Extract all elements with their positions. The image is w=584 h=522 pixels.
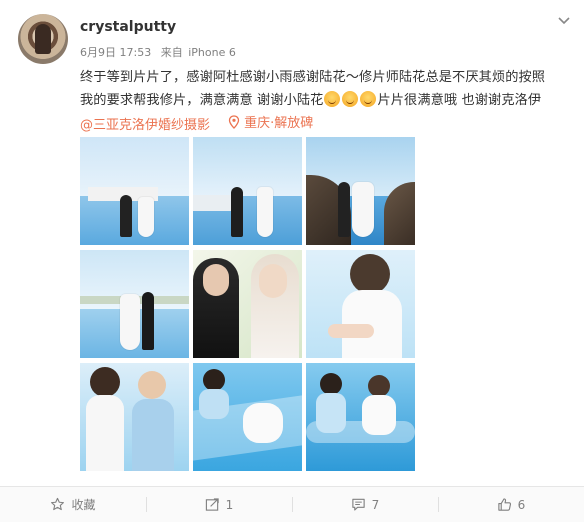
- mention-link[interactable]: @三亚克洛伊婚纱摄影: [80, 114, 210, 133]
- repost-count: 1: [225, 497, 234, 512]
- weibo-post: crystalputty 6月9日 17:53 来自 iPhone 6 终于等到…: [0, 0, 584, 522]
- photo-thumbnail[interactable]: [306, 137, 415, 245]
- post-text: 终于等到片片了，感谢阿杜感谢小雨感谢陆花～修片师陆花总是不厌其烦的按照 我的要求…: [80, 66, 570, 112]
- post-text-line-2: 我的要求帮我修片，满意满意 谢谢小陆花 片片很满意哦 也谢谢克洛伊: [80, 89, 570, 112]
- post-tags: @三亚克洛伊婚纱摄影 重庆·解放碑: [80, 112, 327, 133]
- post-date[interactable]: 6月9日 17:53: [80, 46, 151, 59]
- photo-thumbnail[interactable]: [193, 363, 302, 471]
- comment-icon: [351, 498, 365, 511]
- smile-emoji-icon: [342, 91, 359, 107]
- smile-emoji-icon: [360, 91, 377, 107]
- comment-button[interactable]: 7: [292, 487, 438, 522]
- location-text[interactable]: 重庆·解放碑: [244, 112, 313, 131]
- action-bar: 收藏 1 7 6: [0, 486, 584, 522]
- favorite-label: 收藏: [71, 498, 96, 512]
- photo-thumbnail[interactable]: [306, 250, 415, 358]
- photo-thumbnail[interactable]: [193, 137, 302, 245]
- location-pin-icon: [229, 114, 240, 129]
- username[interactable]: crystalputty: [80, 19, 176, 35]
- comment-count: 7: [371, 497, 380, 512]
- post-source[interactable]: iPhone 6: [188, 46, 236, 59]
- repost-icon: [205, 498, 219, 511]
- photo-thumbnail[interactable]: [193, 250, 302, 358]
- mention-text[interactable]: @三亚克洛伊婚纱摄影: [80, 114, 210, 133]
- post-meta: 6月9日 17:53 来自 iPhone 6: [80, 44, 242, 60]
- location-link[interactable]: 重庆·解放碑: [228, 112, 313, 131]
- photo-thumbnail[interactable]: [80, 250, 189, 358]
- avatar[interactable]: [18, 14, 68, 64]
- like-count: 6: [517, 497, 526, 512]
- thumbs-up-icon: [497, 498, 511, 511]
- post-text-segment: 片片很满意哦 也谢谢克洛伊: [377, 93, 542, 108]
- chevron-down-icon[interactable]: [557, 12, 571, 26]
- repost-button[interactable]: 1: [146, 487, 292, 522]
- source-prefix: 来自: [160, 46, 183, 59]
- photo-thumbnail[interactable]: [80, 363, 189, 471]
- photo-thumbnail[interactable]: [80, 137, 189, 245]
- post-text-line-1: 终于等到片片了，感谢阿杜感谢小雨感谢陆花～修片师陆花总是不厌其烦的按照: [80, 70, 546, 85]
- favorite-button[interactable]: 收藏: [0, 487, 146, 522]
- photo-thumbnail[interactable]: [306, 363, 415, 471]
- post-text-segment: 我的要求帮我修片，满意满意 谢谢小陆花: [80, 93, 324, 108]
- smile-emoji-icon: [324, 91, 341, 107]
- like-button[interactable]: 6: [438, 487, 584, 522]
- star-icon: [51, 497, 65, 511]
